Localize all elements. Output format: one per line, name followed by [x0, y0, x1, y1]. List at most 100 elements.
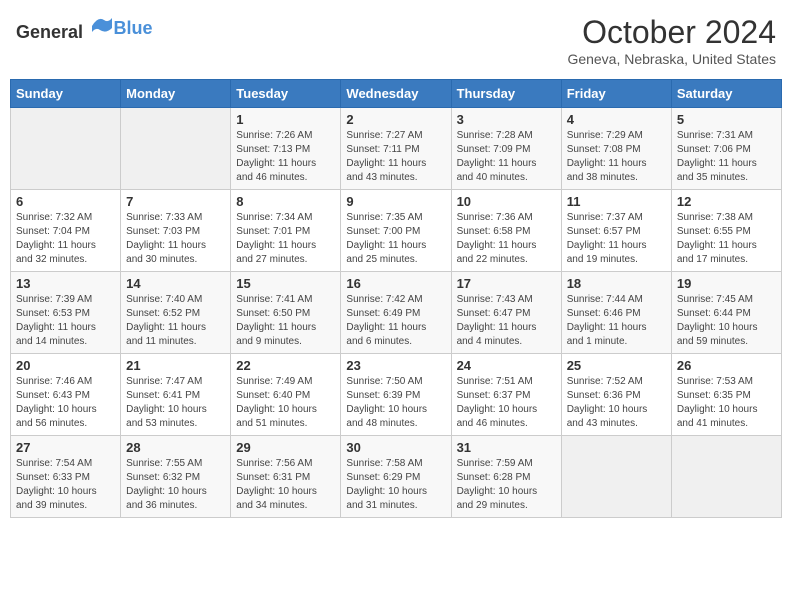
- calendar-cell: 21 Sunrise: 7:47 AM Sunset: 6:41 PM Dayli…: [121, 354, 231, 436]
- day-number: 14: [126, 276, 225, 291]
- day-info: Sunrise: 7:32 AM Sunset: 7:04 PM Dayligh…: [16, 211, 115, 267]
- day-number: 16: [346, 276, 445, 291]
- column-header-saturday: Saturday: [671, 80, 781, 108]
- logo-icon: [90, 14, 114, 38]
- day-number: 1: [236, 112, 335, 127]
- day-number: 8: [236, 194, 335, 209]
- calendar-table: SundayMondayTuesdayWednesdayThursdayFrid…: [10, 79, 782, 518]
- column-header-wednesday: Wednesday: [341, 80, 451, 108]
- header-row: SundayMondayTuesdayWednesdayThursdayFrid…: [11, 80, 782, 108]
- calendar-cell: 30Sunrise: 7:58 AM Sunset: 6:29 PM Dayli…: [341, 436, 451, 518]
- calendar-cell: 18 Sunrise: 7:44 AM Sunset: 6:46 PM Dayli…: [561, 272, 671, 354]
- title-section: October 2024 Geneva, Nebraska, United St…: [567, 14, 776, 67]
- day-info: Sunrise: 7:47 AM Sunset: 6:41 PM Dayligh…: [126, 375, 225, 431]
- day-number: 4: [567, 112, 666, 127]
- day-number: 13: [16, 276, 115, 291]
- day-number: 24: [457, 358, 556, 373]
- day-number: 23: [346, 358, 445, 373]
- calendar-cell: 3 Sunrise: 7:28 AM Sunset: 7:09 PM Daylig…: [451, 108, 561, 190]
- day-info: Sunrise: 7:55 AM Sunset: 6:32 PM Dayligh…: [126, 457, 225, 513]
- page-header: General Blue October 2024 Geneva, Nebras…: [10, 10, 782, 71]
- day-number: 10: [457, 194, 556, 209]
- day-number: 9: [346, 194, 445, 209]
- day-info: Sunrise: 7:54 AM Sunset: 6:33 PM Dayligh…: [16, 457, 115, 513]
- calendar-cell: 1 Sunrise: 7:26 AM Sunset: 7:13 PM Daylig…: [231, 108, 341, 190]
- calendar-week-5: 27 Sunrise: 7:54 AM Sunset: 6:33 PM Dayli…: [11, 436, 782, 518]
- calendar-cell: 23Sunrise: 7:50 AM Sunset: 6:39 PM Dayli…: [341, 354, 451, 436]
- day-info: Sunrise: 7:36 AM Sunset: 6:58 PM Dayligh…: [457, 211, 556, 267]
- calendar-cell: 5Sunrise: 7:31 AM Sunset: 7:06 PM Daylig…: [671, 108, 781, 190]
- day-info: Sunrise: 7:31 AM Sunset: 7:06 PM Dayligh…: [677, 129, 776, 185]
- calendar-cell: 24 Sunrise: 7:51 AM Sunset: 6:37 PM Dayli…: [451, 354, 561, 436]
- calendar-cell: 2 Sunrise: 7:27 AM Sunset: 7:11 PM Daylig…: [341, 108, 451, 190]
- calendar-cell: 10 Sunrise: 7:36 AM Sunset: 6:58 PM Dayli…: [451, 190, 561, 272]
- month-title: October 2024: [567, 14, 776, 51]
- day-number: 11: [567, 194, 666, 209]
- calendar-cell: 26 Sunrise: 7:53 AM Sunset: 6:35 PM Dayli…: [671, 354, 781, 436]
- day-number: 29: [236, 440, 335, 455]
- day-info: Sunrise: 7:27 AM Sunset: 7:11 PM Dayligh…: [346, 129, 445, 185]
- calendar-cell: 15Sunrise: 7:41 AM Sunset: 6:50 PM Dayli…: [231, 272, 341, 354]
- column-header-friday: Friday: [561, 80, 671, 108]
- day-info: Sunrise: 7:42 AM Sunset: 6:49 PM Dayligh…: [346, 293, 445, 349]
- day-info: Sunrise: 7:41 AM Sunset: 6:50 PM Dayligh…: [236, 293, 335, 349]
- calendar-week-2: 6Sunrise: 7:32 AM Sunset: 7:04 PM Daylig…: [11, 190, 782, 272]
- day-number: 2: [346, 112, 445, 127]
- day-number: 27: [16, 440, 115, 455]
- day-number: 31: [457, 440, 556, 455]
- day-info: Sunrise: 7:39 AM Sunset: 6:53 PM Dayligh…: [16, 293, 115, 349]
- day-number: 12: [677, 194, 776, 209]
- calendar-cell: 14Sunrise: 7:40 AM Sunset: 6:52 PM Dayli…: [121, 272, 231, 354]
- day-info: Sunrise: 7:46 AM Sunset: 6:43 PM Dayligh…: [16, 375, 115, 431]
- day-number: 22: [236, 358, 335, 373]
- day-info: Sunrise: 7:53 AM Sunset: 6:35 PM Dayligh…: [677, 375, 776, 431]
- day-info: Sunrise: 7:33 AM Sunset: 7:03 PM Dayligh…: [126, 211, 225, 267]
- column-header-tuesday: Tuesday: [231, 80, 341, 108]
- day-number: 19: [677, 276, 776, 291]
- calendar-cell: 27 Sunrise: 7:54 AM Sunset: 6:33 PM Dayli…: [11, 436, 121, 518]
- column-header-sunday: Sunday: [11, 80, 121, 108]
- calendar-cell: 19 Sunrise: 7:45 AM Sunset: 6:44 PM Dayli…: [671, 272, 781, 354]
- calendar-cell: 17Sunrise: 7:43 AM Sunset: 6:47 PM Dayli…: [451, 272, 561, 354]
- day-info: Sunrise: 7:26 AM Sunset: 7:13 PM Dayligh…: [236, 129, 335, 185]
- calendar-week-1: 1 Sunrise: 7:26 AM Sunset: 7:13 PM Daylig…: [11, 108, 782, 190]
- calendar-week-4: 20Sunrise: 7:46 AM Sunset: 6:43 PM Dayli…: [11, 354, 782, 436]
- calendar-cell: 22 Sunrise: 7:49 AM Sunset: 6:40 PM Dayli…: [231, 354, 341, 436]
- calendar-cell: 12Sunrise: 7:38 AM Sunset: 6:55 PM Dayli…: [671, 190, 781, 272]
- day-number: 25: [567, 358, 666, 373]
- day-info: Sunrise: 7:49 AM Sunset: 6:40 PM Dayligh…: [236, 375, 335, 431]
- day-info: Sunrise: 7:35 AM Sunset: 7:00 PM Dayligh…: [346, 211, 445, 267]
- calendar-cell: 31Sunrise: 7:59 AM Sunset: 6:28 PM Dayli…: [451, 436, 561, 518]
- day-number: 30: [346, 440, 445, 455]
- location-text: Geneva, Nebraska, United States: [567, 51, 776, 67]
- calendar-cell: [671, 436, 781, 518]
- day-number: 3: [457, 112, 556, 127]
- day-number: 18: [567, 276, 666, 291]
- calendar-cell: 4 Sunrise: 7:29 AM Sunset: 7:08 PM Daylig…: [561, 108, 671, 190]
- day-info: Sunrise: 7:28 AM Sunset: 7:09 PM Dayligh…: [457, 129, 556, 185]
- calendar-week-3: 13 Sunrise: 7:39 AM Sunset: 6:53 PM Dayli…: [11, 272, 782, 354]
- logo-blue-text: Blue: [114, 18, 153, 38]
- day-number: 26: [677, 358, 776, 373]
- day-info: Sunrise: 7:37 AM Sunset: 6:57 PM Dayligh…: [567, 211, 666, 267]
- column-header-thursday: Thursday: [451, 80, 561, 108]
- calendar-cell: 7Sunrise: 7:33 AM Sunset: 7:03 PM Daylig…: [121, 190, 231, 272]
- logo-general-text: General: [16, 22, 83, 42]
- calendar-cell: 20Sunrise: 7:46 AM Sunset: 6:43 PM Dayli…: [11, 354, 121, 436]
- day-info: Sunrise: 7:44 AM Sunset: 6:46 PM Dayligh…: [567, 293, 666, 349]
- calendar-cell: 8Sunrise: 7:34 AM Sunset: 7:01 PM Daylig…: [231, 190, 341, 272]
- day-info: Sunrise: 7:29 AM Sunset: 7:08 PM Dayligh…: [567, 129, 666, 185]
- logo: General Blue: [16, 14, 153, 43]
- day-number: 17: [457, 276, 556, 291]
- column-header-monday: Monday: [121, 80, 231, 108]
- day-number: 21: [126, 358, 225, 373]
- calendar-cell: 16 Sunrise: 7:42 AM Sunset: 6:49 PM Dayli…: [341, 272, 451, 354]
- day-info: Sunrise: 7:51 AM Sunset: 6:37 PM Dayligh…: [457, 375, 556, 431]
- calendar-cell: 25 Sunrise: 7:52 AM Sunset: 6:36 PM Dayli…: [561, 354, 671, 436]
- day-info: Sunrise: 7:52 AM Sunset: 6:36 PM Dayligh…: [567, 375, 666, 431]
- calendar-cell: [121, 108, 231, 190]
- calendar-header: SundayMondayTuesdayWednesdayThursdayFrid…: [11, 80, 782, 108]
- day-info: Sunrise: 7:45 AM Sunset: 6:44 PM Dayligh…: [677, 293, 776, 349]
- day-number: 28: [126, 440, 225, 455]
- calendar-body: 1 Sunrise: 7:26 AM Sunset: 7:13 PM Daylig…: [11, 108, 782, 518]
